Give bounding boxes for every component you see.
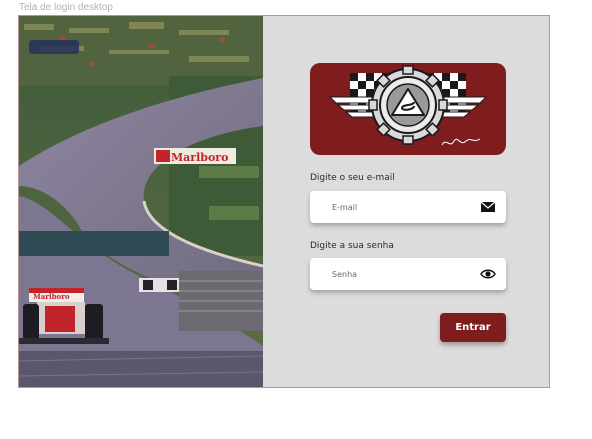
login-form-panel: Digite o seu e-mail Digite a sua senha E… (263, 16, 549, 387)
password-input[interactable] (310, 258, 470, 290)
racing-photo: Marlboro Marlboro (19, 16, 263, 387)
car-livery-text: Marlboro (33, 292, 70, 301)
frame-title: Tela de login desktop (19, 2, 113, 13)
envelope-icon (480, 201, 496, 212)
banner-text: Marlboro (171, 151, 228, 164)
password-field-wrapper (310, 258, 506, 290)
signature-mark (441, 138, 481, 146)
login-button[interactable]: Entrar (440, 313, 506, 342)
email-label: Digite o seu e-mail (310, 173, 395, 183)
eye-icon[interactable] (480, 267, 496, 281)
senna-logo-card (310, 63, 506, 155)
login-screen: Marlboro Marlboro Digite o seu e-mail E-… (18, 15, 550, 388)
email-field-wrapper (310, 191, 506, 223)
email-input[interactable] (310, 191, 470, 223)
password-label: Digite a sua senha (310, 241, 394, 251)
